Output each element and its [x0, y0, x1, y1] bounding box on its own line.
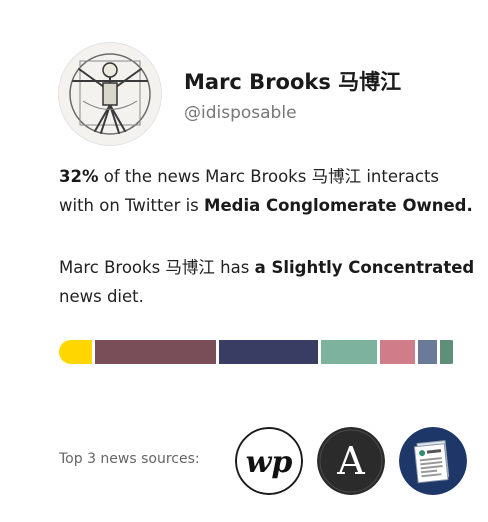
diet-bar-segment-6[interactable] — [417, 340, 438, 364]
ownership-type: Media Conglomerate Owned. — [204, 196, 473, 215]
profile-name: Marc Brooks 马博江 — [184, 70, 402, 94]
diet-bar-segment-5[interactable] — [379, 340, 415, 364]
source-newspaper[interactable] — [399, 427, 467, 495]
the-atlantic-logo-text: A — [336, 439, 365, 483]
diet-bar-segment-4[interactable] — [320, 340, 377, 364]
diet-text-end: news diet. — [59, 287, 144, 306]
source-washington-post[interactable]: wp — [235, 427, 303, 495]
news-diet-bar — [59, 340, 462, 364]
washington-post-logo-icon: wp — [235, 427, 303, 495]
percent-value: 32% — [59, 167, 99, 186]
newspaper-logo-icon — [399, 427, 467, 495]
diet-bar-segment-3[interactable] — [218, 340, 318, 364]
profile-handle: @idisposable — [184, 103, 297, 123]
diet-bar-segment-2[interactable] — [94, 340, 216, 364]
diet-level: a Slightly Concentrated — [254, 258, 475, 277]
ownership-summary: 32% of the news Marc Brooks 马博江 interact… — [59, 162, 479, 220]
diet-text-start: Marc Brooks 马博江 has — [59, 258, 255, 277]
news-diet-card: Marc Brooks 马博江 @idisposable 32% of the … — [0, 0, 488, 522]
diet-bar-segment-1[interactable] — [59, 340, 92, 364]
the-atlantic-logo-icon: A — [317, 427, 385, 495]
diet-summary: Marc Brooks 马博江 has a Slightly Concentra… — [59, 253, 479, 311]
washington-post-logo-text: wp — [246, 445, 293, 480]
diet-bar-segment-7[interactable] — [440, 340, 453, 364]
avatar — [59, 43, 161, 145]
source-the-atlantic[interactable]: A — [317, 427, 385, 495]
top-sources-label: Top 3 news sources: — [59, 451, 200, 467]
